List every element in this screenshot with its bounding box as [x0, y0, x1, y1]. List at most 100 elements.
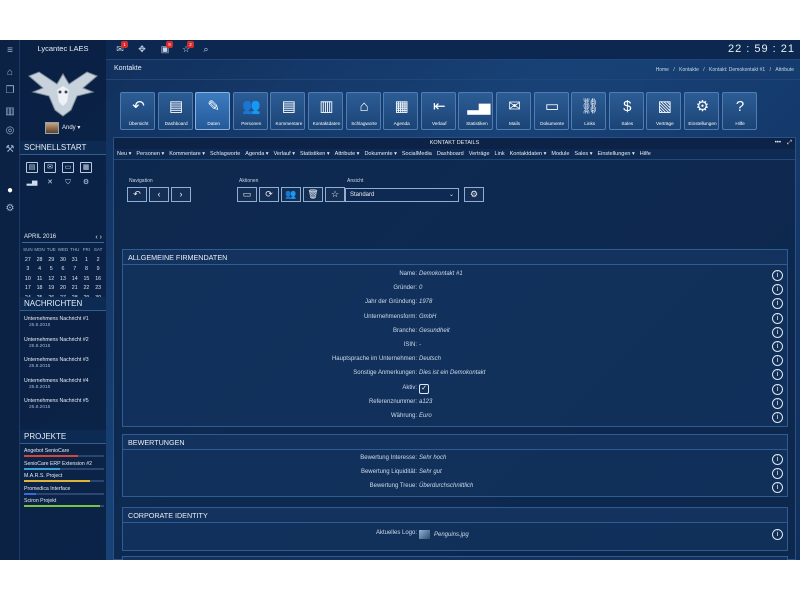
- contact-card-icon[interactable]: ▤: [26, 162, 38, 173]
- module-kontaktdaten[interactable]: ▥ Kontaktdaten: [308, 92, 343, 130]
- breadcrumb-kontakte[interactable]: Kontakte: [679, 67, 699, 73]
- calendar-day[interactable]: 2: [92, 256, 104, 265]
- panel-menu-item[interactable]: Einstellungen ▾: [597, 151, 634, 157]
- calendar-day[interactable]: 16: [92, 275, 104, 284]
- calendar-day[interactable]: 1: [81, 256, 93, 265]
- message-item[interactable]: Unternehmens Nachricht #5 25.8.2015: [24, 398, 89, 410]
- module-dokumente[interactable]: ▭ Dokumente: [533, 92, 569, 130]
- panel-menu-item[interactable]: Kontaktdaten ▾: [510, 151, 547, 157]
- info-icon[interactable]: i: [772, 383, 783, 395]
- info-icon[interactable]: i: [772, 270, 783, 281]
- panel-menu-item[interactable]: Agenda ▾: [245, 151, 268, 157]
- back-button[interactable]: ↶: [127, 187, 147, 202]
- info-icon[interactable]: i: [772, 397, 783, 409]
- persons-button[interactable]: 👥: [281, 187, 301, 202]
- search-icon[interactable]: ⌕: [200, 44, 212, 55]
- module-verlauf[interactable]: ⇤ Verlauf: [420, 92, 456, 130]
- calendar-day[interactable]: 15: [81, 275, 93, 284]
- folder-icon[interactable]: ▭: [62, 162, 74, 173]
- info-icon[interactable]: i: [772, 355, 783, 367]
- calendar-day[interactable]: 31: [69, 256, 81, 265]
- calendar-day[interactable]: 8: [81, 265, 93, 274]
- breadcrumb-home[interactable]: Home: [656, 67, 669, 73]
- favorite-button[interactable]: ☆: [325, 187, 345, 202]
- wrench-icon[interactable]: ⚒: [4, 144, 16, 156]
- expand-icon[interactable]: ⤢: [787, 138, 792, 149]
- panel-menu-item[interactable]: Personen ▾: [136, 151, 164, 157]
- module-vertr-ge[interactable]: ▧ Verträge: [646, 92, 682, 130]
- info-icon[interactable]: i: [772, 312, 783, 324]
- info-icon[interactable]: i: [772, 284, 783, 296]
- panel-menu-item[interactable]: Attribute ▾: [335, 151, 360, 157]
- breadcrumb-contact[interactable]: Kontakt: Demokontakt #1: [709, 67, 765, 73]
- panel-menu-item[interactable]: Dashboard: [437, 151, 464, 157]
- message-item[interactable]: Unternehmens Nachricht #4 25.8.2015: [24, 378, 89, 390]
- settings-icon[interactable]: ⚙: [80, 178, 92, 189]
- panel-menu-item[interactable]: Dokumente ▾: [364, 151, 396, 157]
- gear-icon[interactable]: ⚙: [4, 203, 16, 215]
- calendar-day[interactable]: 28: [34, 256, 46, 265]
- calendar-day[interactable]: 11: [34, 275, 46, 284]
- module-personen[interactable]: 👥 Personen: [232, 92, 268, 130]
- panel-menu-item[interactable]: Neu ▾: [117, 151, 131, 157]
- panel-menu-item[interactable]: Sales ▾: [574, 151, 592, 157]
- prev-month-button[interactable]: ‹: [95, 234, 97, 241]
- refresh-button[interactable]: ⟳: [259, 187, 279, 202]
- next-month-button[interactable]: ›: [100, 234, 102, 241]
- info-icon[interactable]: i: [772, 412, 783, 423]
- calendar-day[interactable]: 19: [45, 284, 57, 293]
- calendar-day[interactable]: 17: [22, 284, 34, 293]
- module-dashboard[interactable]: ▤ Dashboard: [157, 92, 193, 130]
- network-icon[interactable]: ✥: [136, 44, 148, 55]
- favorites-notification-icon[interactable]: ☆ 2: [180, 41, 194, 55]
- calendar-day[interactable]: 12: [45, 275, 57, 284]
- calendar-day[interactable]: 5: [45, 265, 57, 274]
- calendar-day[interactable]: 7: [69, 265, 81, 274]
- logo-value[interactable]: Penguins.jpg: [419, 530, 469, 539]
- module--bersicht[interactable]: ↶ Übersicht: [120, 92, 155, 130]
- calendar-day[interactable]: 27: [22, 256, 34, 265]
- panel-menu-item[interactable]: Link: [495, 151, 505, 157]
- help-circle-icon[interactable]: ◎: [4, 125, 16, 137]
- calendar-day[interactable]: 23: [92, 284, 104, 293]
- module-agenda[interactable]: ▦ Agenda: [383, 92, 419, 130]
- copy-icon[interactable]: ❐: [4, 85, 16, 97]
- project-item[interactable]: SenioCare ERP Extension #2: [24, 461, 104, 470]
- more-icon[interactable]: •••: [775, 138, 781, 149]
- view-settings-button[interactable]: ⚙: [464, 187, 484, 202]
- user-menu[interactable]: Andy ▾: [62, 124, 80, 131]
- message-item[interactable]: Unternehmens Nachricht #3 25.8.2015: [24, 357, 89, 369]
- info-icon[interactable]: i: [772, 369, 783, 381]
- statistics-icon[interactable]: ▂▅: [26, 178, 38, 189]
- tools-icon[interactable]: ✕: [44, 178, 56, 189]
- mail-icon[interactable]: ✉: [44, 162, 56, 173]
- calendar-day[interactable]: 22: [81, 284, 93, 293]
- calendar-day[interactable]: 20: [57, 284, 69, 293]
- project-item[interactable]: Sciron Projekt: [24, 498, 104, 507]
- hamburger-menu-icon[interactable]: ≡: [4, 45, 16, 57]
- panel-menu-item[interactable]: Hilfe: [640, 151, 651, 157]
- module-sales[interactable]: $ Sales: [608, 92, 644, 130]
- previous-button[interactable]: ‹: [149, 187, 169, 202]
- calendar-day[interactable]: 4: [34, 265, 46, 274]
- module-schlagworte[interactable]: ⌂ Schlagworte: [345, 92, 381, 130]
- calendar-day[interactable]: 14: [69, 275, 81, 284]
- calendar-day[interactable]: 21: [69, 284, 81, 293]
- calendar-day[interactable]: 3: [22, 265, 34, 274]
- shield-icon[interactable]: ⛉: [62, 178, 74, 189]
- module-statistiken[interactable]: ▂▅ Statistiken: [458, 92, 494, 130]
- project-item[interactable]: M.A.R.S. Project: [24, 473, 104, 482]
- info-icon[interactable]: i: [772, 454, 783, 465]
- message-item[interactable]: Unternehmens Nachricht #1 25.8.2015: [24, 316, 89, 328]
- calendar-icon[interactable]: ▦: [80, 162, 92, 173]
- avatar[interactable]: [45, 122, 59, 134]
- aktiv-checkbox[interactable]: ✓: [419, 383, 429, 394]
- module-daten[interactable]: ✎ Daten: [195, 92, 231, 130]
- calendar-day[interactable]: 6: [57, 265, 69, 274]
- user-icon[interactable]: ●: [4, 185, 16, 197]
- panel-menu-item[interactable]: Kommentare ▾: [169, 151, 205, 157]
- info-icon[interactable]: i: [772, 482, 783, 494]
- view-select[interactable]: Standard ⌄: [345, 188, 459, 202]
- module-links[interactable]: ⛓ Links: [571, 92, 607, 130]
- project-item[interactable]: Promedica Interface: [24, 486, 104, 495]
